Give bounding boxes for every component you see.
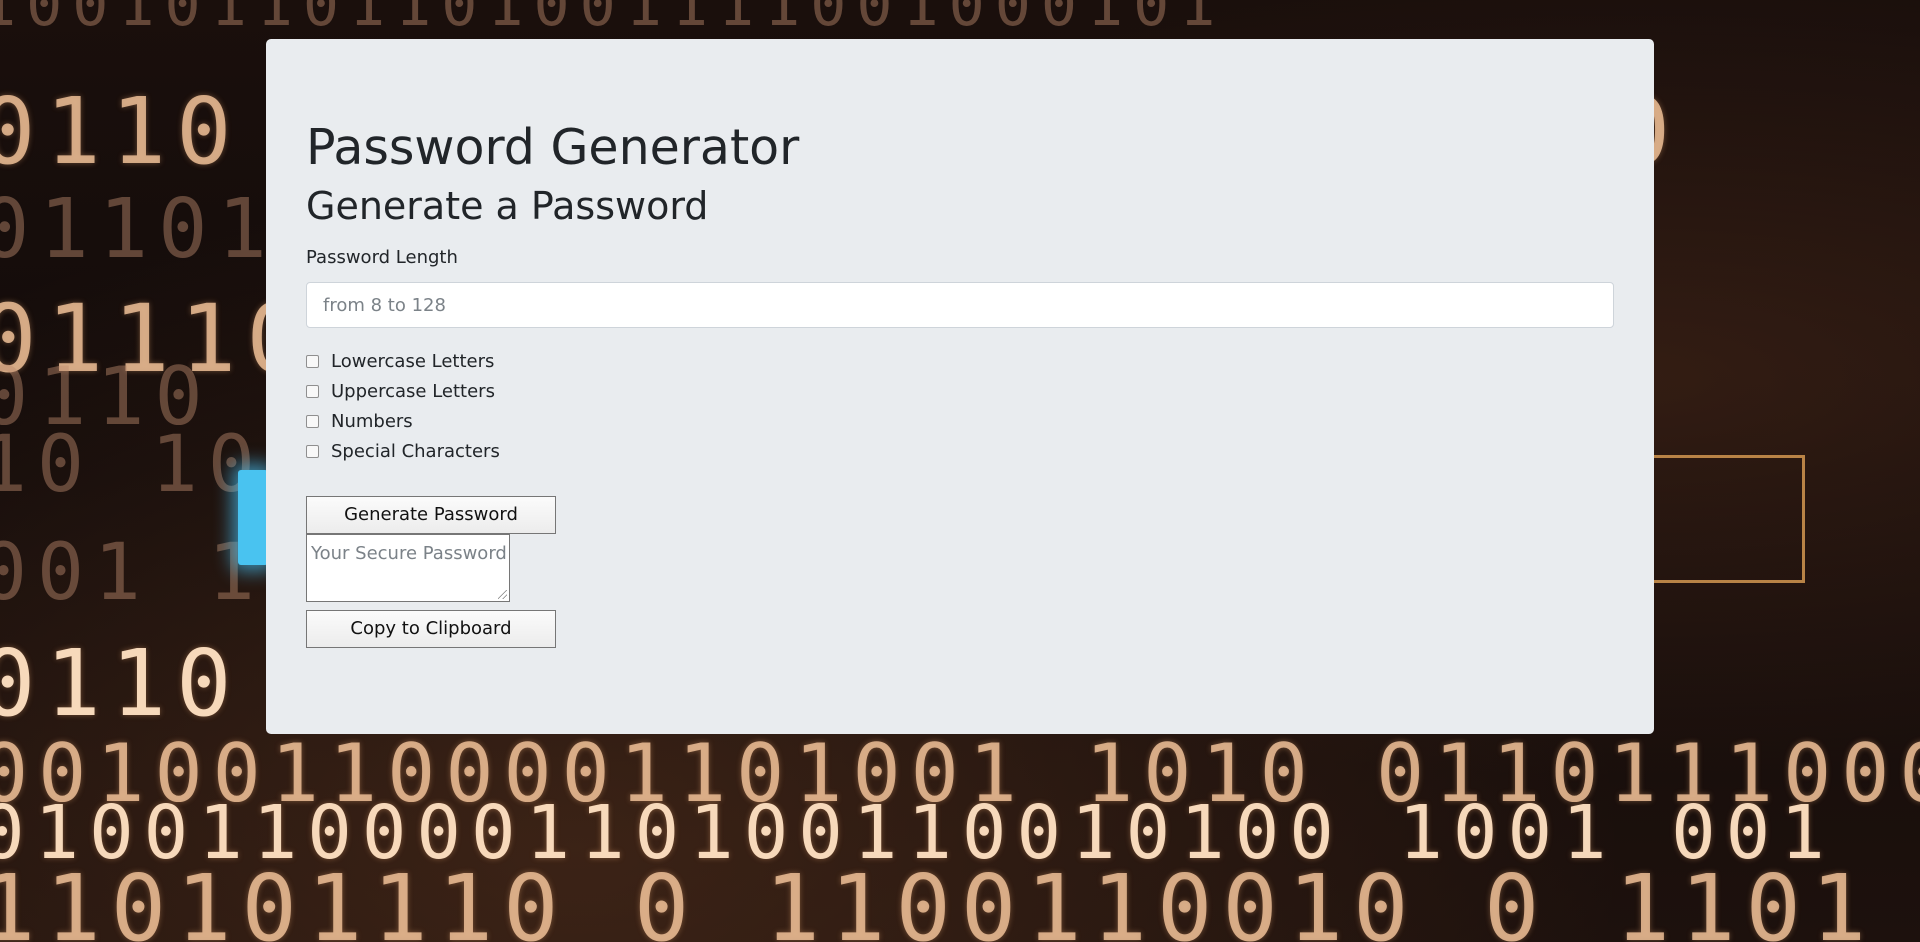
resize-grip-icon[interactable] [498,590,507,600]
option-special: Special Characters [306,442,1614,472]
lowercase-checkbox[interactable] [306,355,319,369]
binary-row: 100101101101001111001000101 [0,0,1226,40]
password-output-placeholder: Your Secure Password [311,543,507,565]
password-length-label: Password Length [306,247,458,269]
option-uppercase: Uppercase Letters [306,382,1614,412]
generate-password-button[interactable]: Generate Password [306,496,556,535]
page-subtitle: Generate a Password [306,183,709,228]
character-options: Lowercase Letters Uppercase Letters Numb… [306,352,1614,472]
option-lowercase: Lowercase Letters [306,352,1614,382]
uppercase-checkbox[interactable] [306,385,319,399]
numbers-label[interactable]: Numbers [331,412,413,432]
password-length-input[interactable] [306,282,1614,329]
special-characters-checkbox[interactable] [306,445,319,459]
special-characters-label[interactable]: Special Characters [331,442,500,462]
background-frame-decoration [1640,455,1805,583]
copy-to-clipboard-button[interactable]: Copy to Clipboard [306,610,556,649]
uppercase-label[interactable]: Uppercase Letters [331,382,495,402]
lowercase-label[interactable]: Lowercase Letters [331,352,494,372]
password-output-textarea[interactable]: Your Secure Password [306,534,510,603]
option-numbers: Numbers [306,412,1614,442]
generator-card: Password Generator Generate a Password P… [266,39,1654,734]
page-title: Password Generator [306,119,800,176]
numbers-checkbox[interactable] [306,415,319,429]
binary-row: 110101110 0 1100110010 0 1101 [0,855,1877,942]
background-glow-decoration [238,470,268,565]
